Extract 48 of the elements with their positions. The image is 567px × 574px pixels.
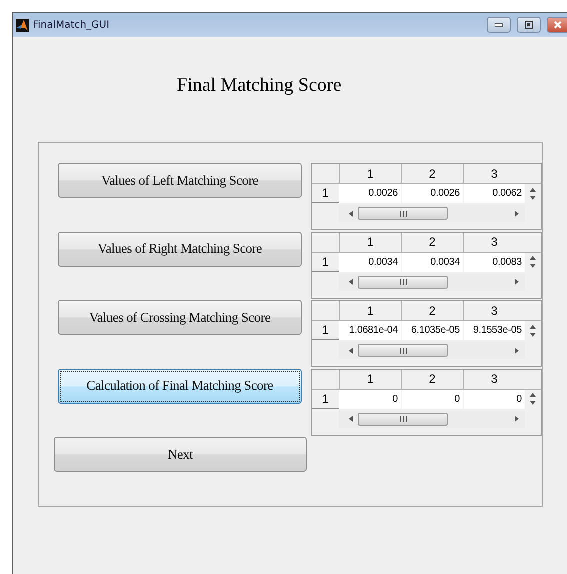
scrollbar-thumb[interactable] [358,412,448,426]
down-arrow-icon[interactable] [529,194,537,202]
table-cell: 0.0083 [463,252,525,272]
scrollbar-thumb[interactable] [358,207,448,220]
right-arrow-icon[interactable] [513,210,521,218]
left-arrow-icon[interactable] [347,278,355,286]
app-logo-icon [16,18,29,32]
maximize-icon [525,21,533,29]
scrollbar-thumb[interactable] [358,276,448,289]
right-arrow-icon[interactable] [513,278,521,286]
minimize-icon [495,23,503,27]
maximize-button[interactable] [517,17,541,33]
table-cell: 6.1035e-05 [401,321,463,340]
right-arrow-icon[interactable] [513,415,521,424]
table-cell: 9.1553e-05 [463,321,525,340]
table-cell: 0.0034 [401,252,463,272]
grip-icon [398,210,408,216]
grip-icon [398,279,408,286]
action-button[interactable]: Values of Left Matching Score [58,163,302,198]
table-cell: 0 [463,390,525,409]
table-cell: 0.0026 [339,184,401,203]
table-cell: 1.0681e-04 [339,321,401,340]
horizontal-scrollbar[interactable] [339,274,525,291]
window-title: FinalMatch_GUI [33,20,111,30]
left-arrow-icon[interactable] [347,210,355,218]
table-cell: 0.0034 [339,252,401,272]
up-arrow-icon[interactable] [529,186,537,194]
minimize-button[interactable] [487,17,511,33]
grip-icon [398,416,408,422]
page-heading: Final Matching Score [177,75,343,98]
action-button[interactable]: Values of Crossing Matching Score [58,300,302,336]
action-button[interactable]: Calculation of Final Matching Score [58,368,302,404]
scrollbar-thumb[interactable] [358,344,448,358]
close-icon [554,21,562,29]
horizontal-scrollbar[interactable] [339,342,525,360]
table-cell: 0.0062 [463,184,525,203]
left-arrow-icon[interactable] [347,346,355,355]
left-arrow-icon[interactable] [347,415,355,424]
right-arrow-icon[interactable] [513,346,521,355]
action-button[interactable]: Values of Right Matching Score [58,232,302,267]
horizontal-scrollbar[interactable] [339,410,525,428]
table-cell: 0.0026 [401,184,463,203]
grip-icon [398,348,408,354]
table-cell: 0 [339,390,401,409]
table-cell: 0 [401,390,463,409]
next-button[interactable]: Next [54,437,307,472]
close-button[interactable] [547,17,567,33]
horizontal-scrollbar[interactable] [339,205,525,222]
